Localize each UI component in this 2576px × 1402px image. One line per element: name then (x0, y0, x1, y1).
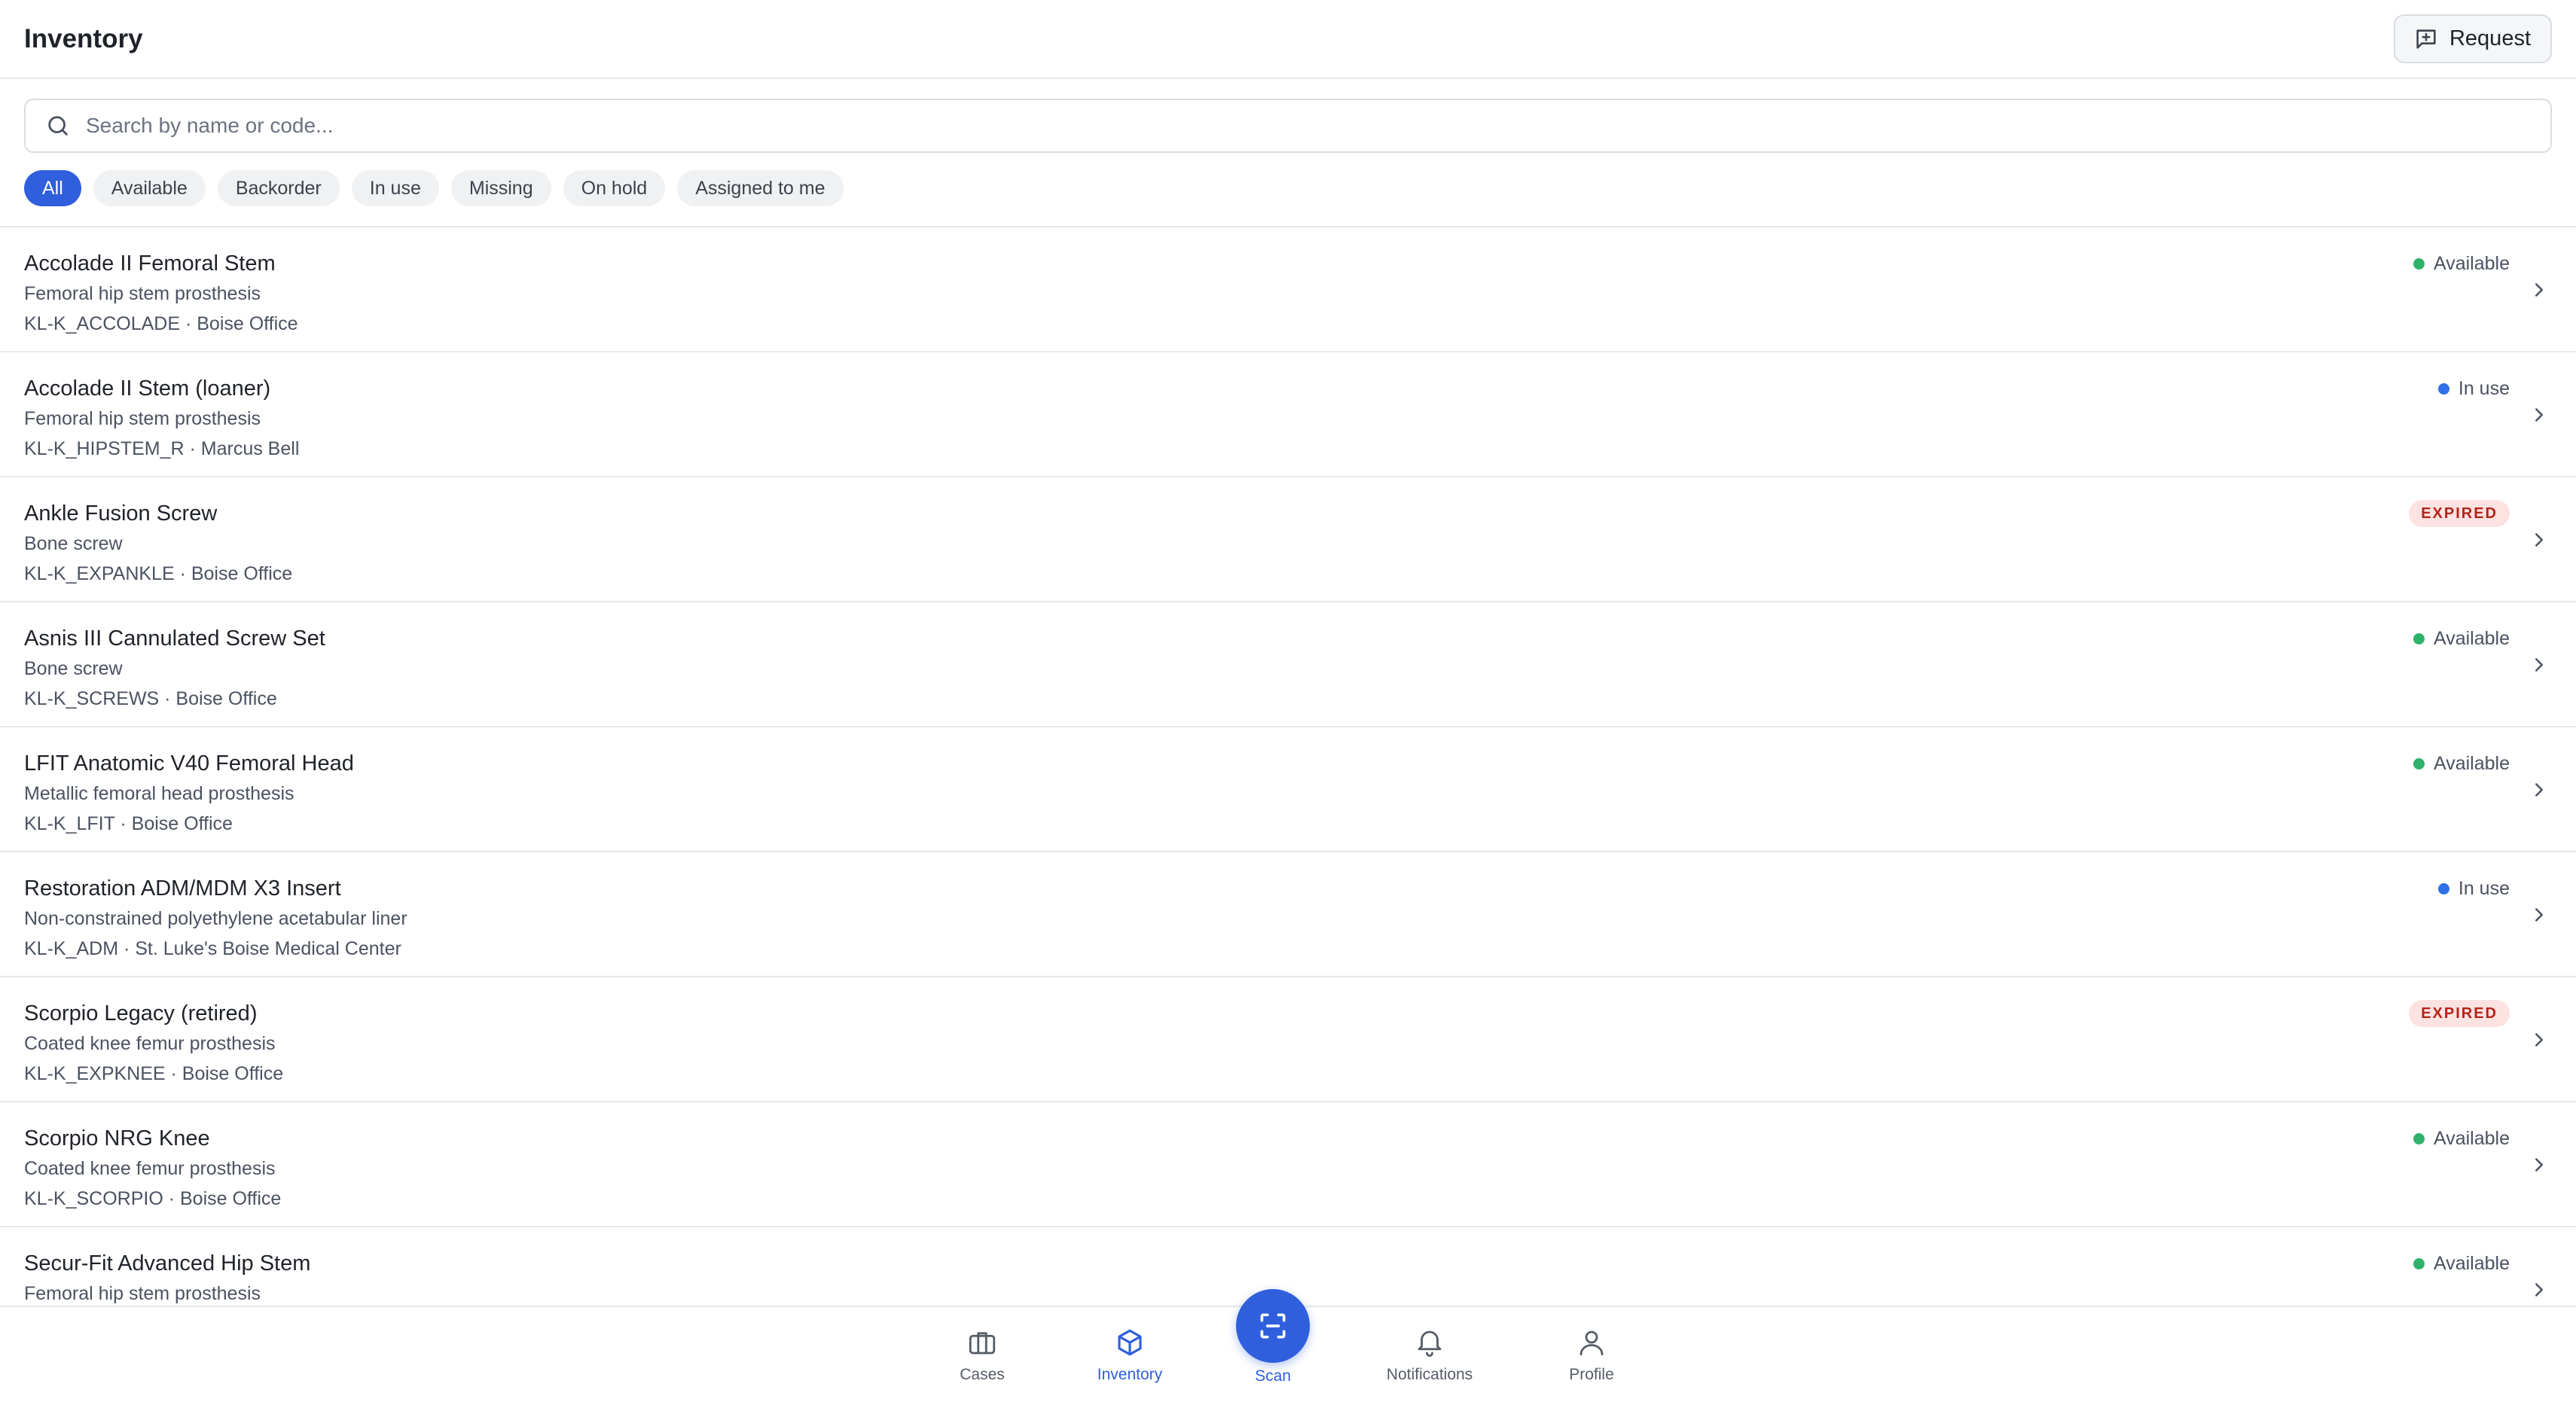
item-description: Femoral hip stem prosthesis (24, 283, 261, 304)
nav-inventory[interactable]: Inventory (1055, 1327, 1205, 1384)
status-label: Available (2433, 752, 2510, 774)
nav-inventory-label: Inventory (1097, 1366, 1163, 1383)
request-button[interactable]: Request (2393, 14, 2552, 63)
nav-profile[interactable]: Profile (1516, 1327, 1667, 1384)
list-item[interactable]: LFIT Anatomic V40 Femoral Head Metallic … (0, 727, 2576, 852)
message-plus-icon (2416, 29, 2436, 49)
item-name: Accolade II Stem (loaner) (24, 376, 271, 401)
filter-chip-assigned-to-me[interactable]: Assigned to me (677, 170, 844, 206)
page-title: Inventory (24, 23, 143, 53)
status-dot (2413, 258, 2425, 270)
briefcase-icon (969, 1332, 996, 1355)
status-dot (2413, 757, 2425, 770)
status-label: In use (2458, 377, 2510, 399)
item-description: Bone screw (24, 533, 123, 554)
chevron-right-icon (2528, 1154, 2550, 1176)
status-indicator: In use (2437, 875, 2510, 902)
chevron-right-icon (2528, 779, 2550, 801)
item-description: Bone screw (24, 658, 123, 679)
item-description: Femoral hip stem prosthesis (24, 408, 261, 429)
scan-button[interactable] (1236, 1289, 1310, 1363)
nav-cases-label: Cases (960, 1366, 1005, 1383)
item-code-location: KL-K_ADM · St. Luke's Boise Medical Cent… (24, 938, 401, 959)
status-label: Available (2433, 1252, 2510, 1274)
chevron-right-icon (2528, 1279, 2550, 1301)
item-code-location: KL-K_SCORPIO · Boise Office (24, 1188, 282, 1209)
status-label: Available (2433, 627, 2510, 649)
item-description: Coated knee femur prosthesis (24, 1158, 276, 1179)
status-dot (2413, 1257, 2425, 1269)
status-dot (2437, 882, 2449, 895)
status-indicator: Available (2413, 250, 2510, 277)
item-code-location: KL-K_EXPKNEE · Boise Office (24, 1063, 284, 1084)
item-name: Scorpio NRG Knee (24, 1126, 210, 1151)
list-item[interactable]: Restoration ADM/MDM X3 Insert Non-constr… (0, 852, 2576, 977)
list-item[interactable]: Asnis III Cannulated Screw Set Bone scre… (0, 602, 2576, 727)
nav-notifications-label: Notifications (1386, 1366, 1473, 1383)
list-item[interactable]: Scorpio Legacy (retired) Coated knee fem… (0, 977, 2576, 1102)
chevron-right-icon (2528, 529, 2550, 551)
user-icon (1579, 1330, 1604, 1356)
filter-chip-backorder[interactable]: Backorder (217, 170, 340, 206)
item-name: Scorpio Legacy (retired) (24, 1001, 258, 1026)
item-code-location: KL-K_ACCOLADE · Boise Office (24, 313, 298, 334)
item-code-location: KL-K_LFIT · Boise Office (24, 813, 233, 834)
filter-chip-available[interactable]: Available (93, 170, 206, 206)
list-item[interactable]: Accolade II Stem (loaner) Femoral hip st… (0, 352, 2576, 477)
inventory-list: Accolade II Femoral Stem Femoral hip ste… (0, 227, 2576, 1306)
filter-chip-on-hold[interactable]: On hold (563, 170, 666, 206)
nav-scan-label: Scan (1255, 1367, 1291, 1385)
status-badge-expired: EXPIRED (2409, 1000, 2510, 1027)
item-description: Metallic femoral head prosthesis (24, 783, 295, 804)
item-code-location: KL-K_EXPANKLE · Boise Office (24, 563, 293, 584)
search-input[interactable] (86, 114, 2531, 138)
status-indicator: Available (2413, 750, 2510, 777)
list-item[interactable]: Accolade II Femoral Stem Femoral hip ste… (0, 227, 2576, 352)
list-item[interactable]: Ankle Fusion Screw Bone screw KL-K_EXPAN… (0, 477, 2576, 602)
chevron-right-icon (2528, 654, 2550, 676)
status-label: In use (2458, 877, 2510, 899)
request-button-label: Request (2449, 26, 2531, 50)
scan-icon (1260, 1313, 1286, 1339)
item-name: Asnis III Cannulated Screw Set (24, 626, 325, 651)
status-label: Available (2433, 252, 2510, 274)
item-description: Coated knee femur prosthesis (24, 1033, 276, 1054)
top-bar: Inventory Request (0, 0, 2576, 79)
status-badge-expired: EXPIRED (2409, 500, 2510, 527)
item-description: Non-constrained polyethylene acetabular … (24, 908, 407, 929)
bell-icon (1418, 1330, 1442, 1357)
status-dot (2413, 632, 2425, 645)
status-filter-chips: All Available Backorder In use Missing O… (24, 170, 844, 206)
item-code-location: KL-K_HIPSTEM_R · Marcus Bell (24, 438, 300, 459)
chevron-right-icon (2528, 904, 2550, 926)
status-indicator: Available (2413, 1250, 2510, 1277)
item-name: Secur-Fit Advanced Hip Stem (24, 1251, 311, 1276)
chevron-right-icon (2528, 404, 2550, 426)
status-dot (2413, 1132, 2425, 1144)
app-root: Inventory Request All Available Backorde… (0, 0, 2576, 1402)
status-indicator: Available (2413, 1125, 2510, 1152)
filter-chip-all[interactable]: All (24, 170, 81, 206)
filter-chip-missing[interactable]: Missing (450, 170, 551, 206)
item-name: Restoration ADM/MDM X3 Insert (24, 876, 341, 901)
search-bar[interactable] (24, 99, 2552, 153)
list-item[interactable]: Scorpio NRG Knee Coated knee femur prost… (0, 1102, 2576, 1227)
item-code-location: KL-K_SCREWS · Boise Office (24, 688, 277, 709)
item-name: LFIT Anatomic V40 Femoral Head (24, 751, 354, 776)
search-icon (48, 116, 68, 136)
item-name: Ankle Fusion Screw (24, 501, 218, 526)
status-indicator: Available (2413, 625, 2510, 652)
nav-profile-label: Profile (1569, 1366, 1614, 1383)
package-icon (1118, 1329, 1142, 1356)
status-indicator: In use (2437, 375, 2510, 402)
filter-chip-in-use[interactable]: In use (351, 170, 439, 206)
status-dot (2437, 383, 2449, 395)
chevron-right-icon (2528, 279, 2550, 301)
status-label: Available (2433, 1127, 2510, 1149)
nav-notifications[interactable]: Notifications (1354, 1327, 1505, 1384)
nav-cases[interactable]: Cases (907, 1327, 1058, 1384)
item-name: Accolade II Femoral Stem (24, 251, 276, 276)
chevron-right-icon (2528, 1029, 2550, 1051)
